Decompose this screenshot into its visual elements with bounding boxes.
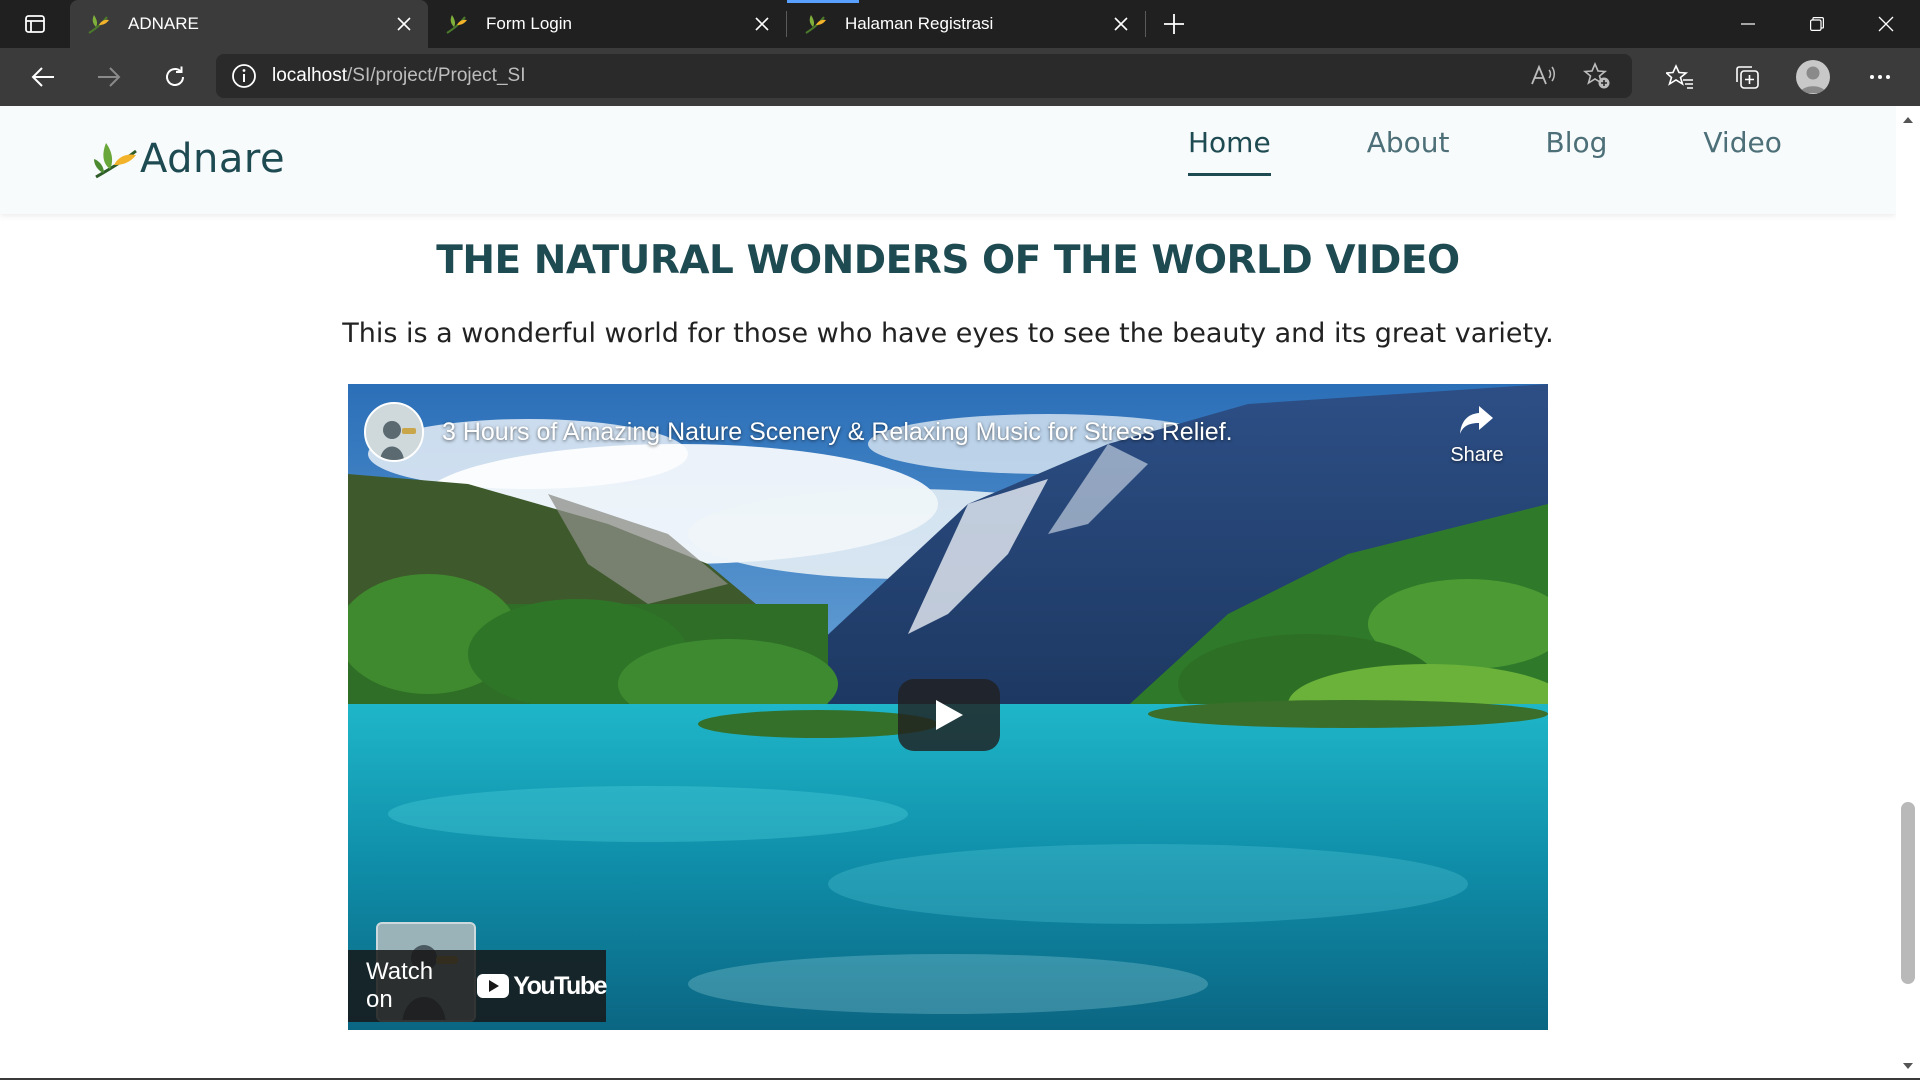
favorites-button[interactable] (1646, 64, 1713, 90)
main-nav: Home About Blog Video (1188, 126, 1782, 176)
tab-halaman-registrasi[interactable]: Halaman Registrasi (787, 0, 1145, 48)
refresh-icon (166, 66, 184, 86)
leaf-logo-icon (94, 143, 137, 179)
share-label: Share (1450, 444, 1504, 466)
minimize-button[interactable] (1713, 0, 1782, 48)
scroll-down-arrow-icon[interactable] (1896, 1056, 1920, 1076)
watch-on-youtube-button[interactable]: Watch on YouTube (348, 950, 607, 1022)
logo-text: Adnare (140, 136, 286, 182)
forward-arrow-icon (98, 67, 121, 87)
tab-loading-indicator (787, 0, 859, 3)
read-aloud-icon (1531, 64, 1555, 85)
profile-avatar[interactable] (1796, 60, 1830, 94)
collections-button[interactable] (1713, 64, 1780, 90)
close-tab-icon[interactable] (394, 14, 414, 34)
tab-actions-icon (25, 15, 45, 33)
new-tab-button[interactable] (1146, 0, 1202, 48)
back-arrow-icon (31, 67, 54, 87)
star-add-icon (1583, 62, 1610, 89)
tab-title: Halaman Registrasi (845, 14, 994, 33)
site-logo[interactable]: Adnare (92, 136, 285, 182)
url-text[interactable]: localhost/SI/project/Project_SI (272, 65, 525, 87)
youtube-embed[interactable]: 3 Hours of Amazing Nature Scenery & Rela… (348, 384, 1548, 1030)
vertical-scrollbar[interactable] (1896, 106, 1920, 1080)
browser-tab-bar: ADNARE Form Login Halaman Registrasi (0, 0, 1920, 48)
nav-video[interactable]: Video (1703, 126, 1781, 176)
tab-title: ADNARE (128, 14, 199, 33)
close-tab-icon[interactable] (752, 14, 772, 34)
section-title: THE NATURAL WONDERS OF THE WORLD VIDEO (436, 238, 1460, 283)
section-subtitle: This is a wonderful world for those who … (342, 318, 1554, 349)
site-header: Adnare Home About Blog Video (0, 106, 1896, 214)
read-aloud-button[interactable] (1516, 64, 1570, 88)
nav-home[interactable]: Home (1188, 126, 1271, 176)
window-controls (1713, 0, 1920, 48)
tab-form-login[interactable]: Form Login (428, 0, 786, 48)
scroll-up-arrow-icon[interactable] (1896, 110, 1920, 130)
nav-about[interactable]: About (1367, 126, 1450, 176)
tab-actions-button[interactable] (0, 0, 70, 48)
address-bar-actions (1516, 54, 1624, 98)
leaf-favicon-icon (805, 15, 826, 34)
video-title[interactable]: 3 Hours of Amazing Nature Scenery & Rela… (442, 418, 1233, 447)
url-host: localhost (272, 65, 347, 86)
page-viewport: Adnare Home About Blog Video THE NATURAL… (0, 106, 1896, 1080)
play-icon (936, 700, 963, 730)
watch-on-label: Watch on (366, 958, 434, 1013)
close-tab-icon[interactable] (1111, 14, 1131, 34)
url-path: /SI/project/Project_SI (347, 65, 526, 86)
tab-title: Form Login (486, 14, 572, 33)
favorites-icon (1665, 64, 1693, 89)
add-favorite-button[interactable] (1570, 62, 1624, 90)
back-button[interactable] (10, 48, 76, 106)
toolbar-right (1646, 48, 1913, 106)
close-window-button[interactable] (1851, 0, 1920, 48)
browser-toolbar: localhost/SI/project/Project_SI (0, 48, 1920, 106)
forward-button[interactable] (76, 48, 142, 106)
more-dots-icon (1869, 75, 1890, 79)
nav-blog[interactable]: Blog (1545, 126, 1607, 176)
restore-icon (1809, 17, 1824, 31)
leaf-favicon-icon (446, 15, 467, 34)
share-icon (1460, 406, 1493, 434)
tab-adnare[interactable]: ADNARE (70, 0, 428, 48)
refresh-button[interactable] (142, 48, 208, 106)
youtube-play-icon (477, 974, 510, 998)
leaf-favicon-icon (88, 15, 109, 34)
minimize-icon (1740, 23, 1755, 25)
profile-icon (1800, 66, 1826, 93)
restore-button[interactable] (1782, 0, 1851, 48)
plus-icon (1164, 14, 1184, 34)
scrollbar-thumb[interactable] (1901, 802, 1915, 984)
youtube-logo: YouTube (477, 971, 607, 1001)
collections-icon (1735, 66, 1759, 89)
site-info-icon[interactable] (216, 63, 272, 89)
youtube-wordmark: YouTube (513, 971, 607, 1000)
share-button[interactable]: Share (1442, 404, 1512, 467)
channel-avatar[interactable] (364, 402, 424, 462)
settings-more-button[interactable] (1846, 74, 1913, 80)
play-button[interactable] (898, 679, 1000, 751)
close-icon (1878, 16, 1893, 32)
address-bar[interactable]: localhost/SI/project/Project_SI (216, 54, 1632, 98)
